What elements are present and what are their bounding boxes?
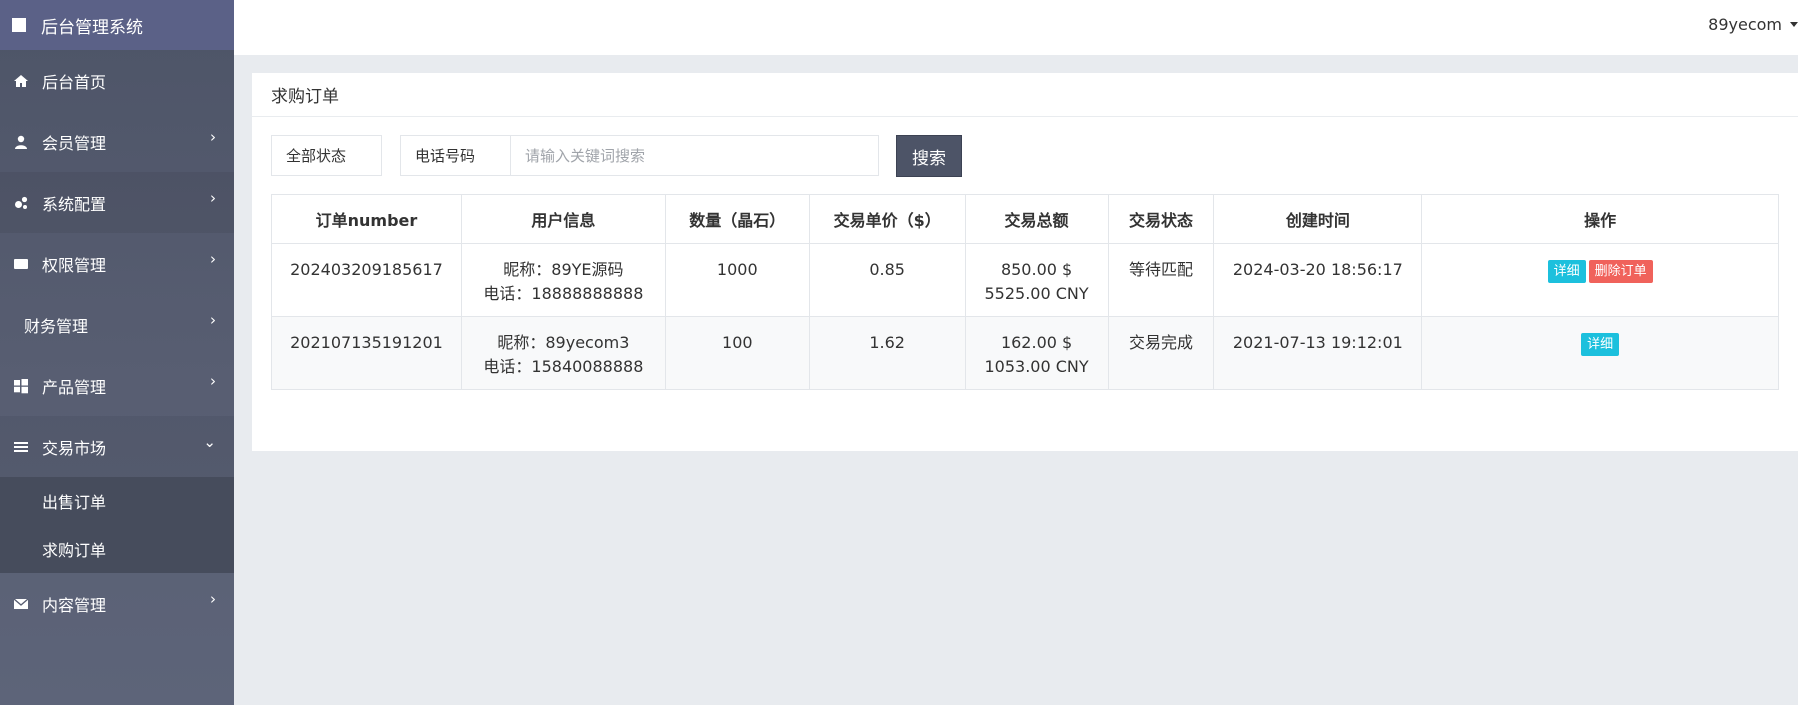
actions: 详细: [1421, 316, 1779, 390]
status-select[interactable]: 全部状态: [271, 135, 382, 176]
sidebar-item-home[interactable]: 后台首页: [0, 50, 234, 111]
brand-title: 后台管理系统: [41, 17, 143, 38]
caret-down-icon: [1790, 22, 1798, 27]
sidebar-item-label: 财务管理: [24, 316, 89, 336]
sidebar-item-label: 会员管理: [42, 133, 107, 153]
orders-table: 订单number 用户信息 数量（晶石） 交易单价（$） 交易总额 交易状态 创…: [271, 194, 1779, 390]
user-info: 昵称：89yecom3 电话：15840088888: [460, 316, 666, 390]
table-row: 202403209185617 昵称：89YE源码 电话：18888888888…: [271, 243, 1779, 317]
user-icon: [12, 134, 30, 150]
chevron-right-icon: ›: [210, 371, 216, 390]
total-usd: 850.00 $: [1000, 260, 1073, 279]
sidebar-item-finance[interactable]: 财务管理 ›: [0, 294, 234, 355]
column-header: 操作: [1421, 194, 1779, 244]
topbar: 89yecom: [234, 0, 1798, 55]
home-icon: [12, 73, 30, 89]
sidebar-subitem-sell-orders[interactable]: 出售订单: [0, 477, 234, 525]
user-nickname: 昵称：89yecom3: [497, 333, 630, 352]
column-header: 用户信息: [460, 194, 666, 244]
total-amount: 850.00 $ 5525.00 CNY: [964, 243, 1109, 317]
column-header: 订单number: [271, 194, 462, 244]
total-amount: 162.00 $ 1053.00 CNY: [964, 316, 1109, 390]
sidebar-item-label: 交易市场: [42, 438, 107, 458]
total-usd: 162.00 $: [1000, 333, 1073, 352]
chevron-right-icon: ›: [210, 127, 216, 146]
sidebar-item-label: 产品管理: [42, 377, 107, 397]
detail-button[interactable]: 详细: [1547, 260, 1586, 283]
chevron-right-icon: ›: [210, 310, 216, 329]
search-button[interactable]: 搜索: [896, 135, 962, 177]
card-title: 求购订单: [252, 73, 1798, 117]
sidebar: 后台管理系统 后台首页 会员管理 › 系统配置 › 权限管理 › 财务管理 › …: [0, 0, 234, 705]
column-header: 交易状态: [1107, 194, 1215, 244]
column-header: 创建时间: [1213, 194, 1423, 244]
chevron-right-icon: ›: [210, 188, 216, 207]
order-number: 202107135191201: [271, 316, 462, 390]
sidebar-item-market[interactable]: 交易市场 ⌄: [0, 416, 234, 477]
app: 后台管理系统 后台首页 会员管理 › 系统配置 › 权限管理 › 财务管理 › …: [0, 0, 1798, 705]
id-card-icon: [12, 256, 30, 272]
total-cny: 5525.00 CNY: [984, 284, 1089, 303]
sidebar-item-label: 内容管理: [42, 595, 107, 615]
chevron-down-icon: ⌄: [203, 432, 216, 451]
user-phone: 电话：18888888888: [483, 284, 644, 303]
user-info: 昵称：89YE源码 电话：18888888888: [460, 243, 666, 317]
windows-icon: [12, 378, 30, 394]
submenu-market: 出售订单 求购订单: [0, 477, 234, 573]
search-type-select[interactable]: 电话号码: [400, 135, 511, 176]
chevron-right-icon: ›: [210, 249, 216, 268]
quantity: 1000: [664, 243, 810, 317]
search-input[interactable]: [510, 135, 879, 176]
sidebar-item-products[interactable]: 产品管理 ›: [0, 355, 234, 416]
detail-button[interactable]: 详细: [1581, 333, 1620, 356]
orders-card: 求购订单 全部状态 电话号码 搜索 订单number 用户信息 数量（晶石） 交…: [252, 73, 1798, 451]
user-phone: 电话：15840088888: [483, 357, 644, 376]
envelope-icon: [12, 596, 30, 612]
actions: 详细 删除订单: [1421, 243, 1779, 317]
created-time: 2024-03-20 18:56:17: [1213, 243, 1423, 317]
sidebar-item-label: 后台首页: [42, 72, 107, 92]
column-header: 数量（晶石）: [664, 194, 810, 244]
trade-status: 等待匹配: [1107, 243, 1215, 317]
user-menu[interactable]: 89yecom: [1708, 15, 1798, 34]
order-number: 202403209185617: [271, 243, 462, 317]
bars-icon: [12, 439, 30, 455]
sidebar-item-members[interactable]: 会员管理 ›: [0, 111, 234, 172]
unit-price: 0.85: [808, 243, 966, 317]
sidebar-item-permissions[interactable]: 权限管理 ›: [0, 233, 234, 294]
table-header-row: 订单number 用户信息 数量（晶石） 交易单价（$） 交易总额 交易状态 创…: [271, 194, 1779, 244]
delete-order-button[interactable]: 删除订单: [1588, 260, 1653, 283]
column-header: 交易单价（$）: [808, 194, 966, 244]
brand[interactable]: 后台管理系统: [0, 0, 234, 50]
trade-status: 交易完成: [1107, 316, 1215, 390]
column-header: 交易总额: [964, 194, 1109, 244]
chevron-right-icon: ›: [210, 589, 216, 608]
table-row: 202107135191201 昵称：89yecom3 电话：158400888…: [271, 316, 1779, 390]
cogs-icon: [12, 195, 30, 211]
brand-square-icon: [12, 18, 26, 32]
sidebar-item-config[interactable]: 系统配置 ›: [0, 172, 234, 233]
sidebar-item-label: 权限管理: [42, 255, 107, 275]
sidebar-subitem-buy-orders[interactable]: 求购订单: [0, 525, 234, 573]
sidebar-item-content[interactable]: 内容管理 ›: [0, 573, 234, 634]
unit-price: 1.62: [808, 316, 966, 390]
sidebar-item-label: 系统配置: [42, 194, 107, 214]
total-cny: 1053.00 CNY: [984, 357, 1089, 376]
user-name: 89yecom: [1708, 15, 1782, 34]
created-time: 2021-07-13 19:12:01: [1213, 316, 1423, 390]
quantity: 100: [664, 316, 810, 390]
user-nickname: 昵称：89YE源码: [503, 260, 624, 279]
